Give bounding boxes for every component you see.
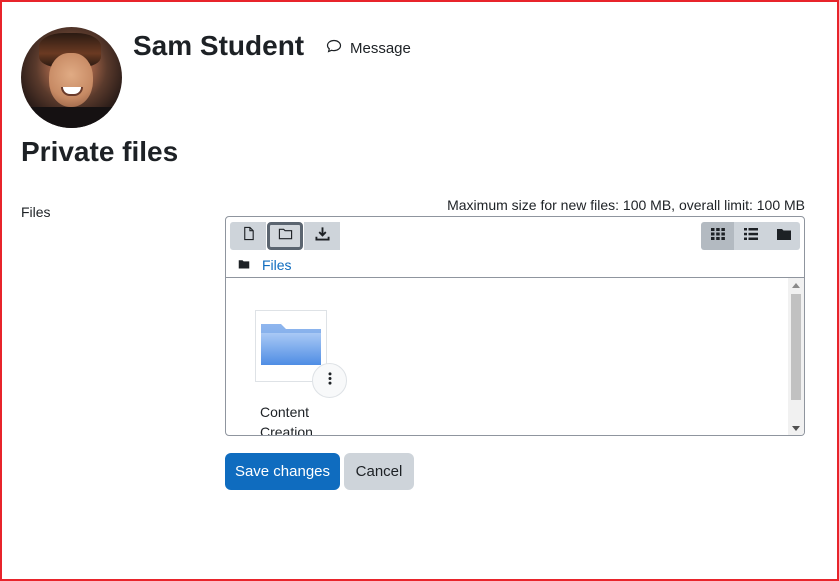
message-link[interactable]: Message xyxy=(326,38,411,58)
vertical-scrollbar[interactable] xyxy=(788,278,804,435)
file-manager-toolbar xyxy=(230,222,341,250)
cancel-button[interactable]: Cancel xyxy=(344,453,414,490)
scroll-down-arrow-icon[interactable] xyxy=(792,426,800,431)
tree-icon xyxy=(776,226,792,247)
file-icon xyxy=(241,226,256,246)
tree-view-button[interactable] xyxy=(767,222,800,250)
user-avatar xyxy=(21,27,122,128)
view-switcher xyxy=(701,222,800,250)
save-changes-button[interactable]: Save changes xyxy=(225,453,340,490)
download-button[interactable] xyxy=(304,222,340,250)
speech-bubble-icon xyxy=(326,38,342,58)
scrollbar-thumb[interactable] xyxy=(791,294,801,400)
file-item-name[interactable]: Content Creation xyxy=(260,402,350,435)
scroll-up-arrow-icon[interactable] xyxy=(792,283,800,288)
max-size-info: Maximum size for new files: 100 MB, over… xyxy=(447,197,805,213)
create-folder-button[interactable] xyxy=(267,222,303,250)
message-label: Message xyxy=(350,39,411,57)
list-icon xyxy=(743,226,759,247)
more-options-button[interactable] xyxy=(312,363,347,398)
folder-icon xyxy=(238,257,250,273)
file-manager: Files Content Creation xyxy=(225,216,805,436)
file-item-folder[interactable]: Content Creation xyxy=(255,310,355,435)
folder-icon xyxy=(258,316,324,377)
list-view-button[interactable] xyxy=(734,222,767,250)
file-area: Content Creation xyxy=(226,278,804,435)
page-title: Private files xyxy=(21,136,179,167)
kebab-menu-icon xyxy=(328,371,332,390)
breadcrumb: Files xyxy=(238,257,292,273)
breadcrumb-files-link[interactable]: Files xyxy=(262,257,292,273)
avatar-shirt xyxy=(21,107,122,128)
avatar-face xyxy=(49,53,93,107)
grid-icon xyxy=(710,226,726,247)
user-name: Sam Student xyxy=(133,30,305,61)
download-icon xyxy=(314,226,330,246)
icon-view-button[interactable] xyxy=(701,222,734,250)
add-file-button[interactable] xyxy=(230,222,266,250)
files-field-label: Files xyxy=(21,204,51,220)
folder-icon xyxy=(278,226,293,246)
